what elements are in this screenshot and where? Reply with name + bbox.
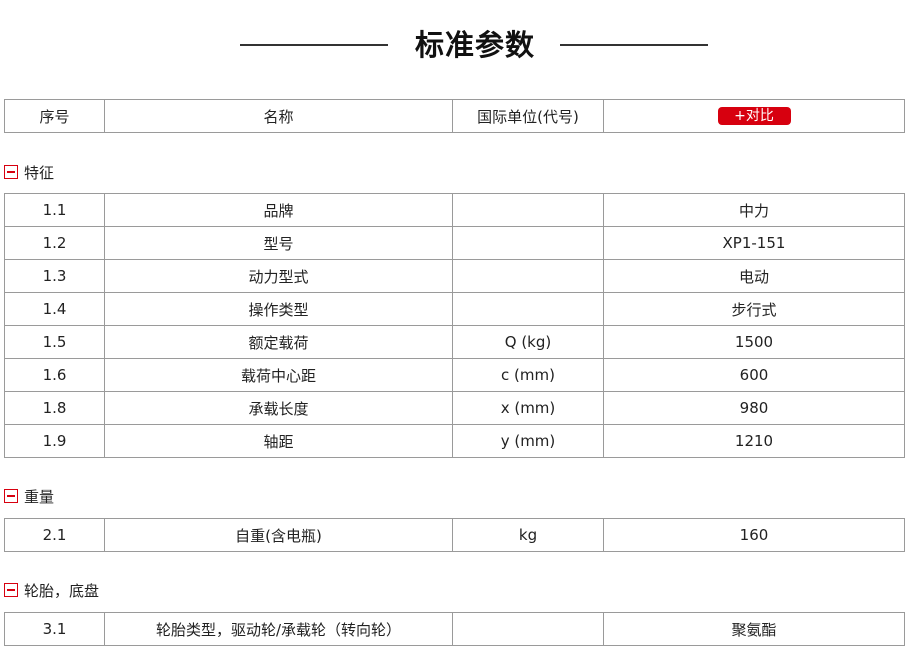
row-unit — [452, 259, 604, 293]
table-row: 1.1 品牌 中力 — [4, 193, 905, 227]
row-name: 动力型式 — [104, 259, 453, 293]
row-unit: y (mm) — [452, 424, 604, 458]
row-unit: kg — [452, 518, 604, 552]
header-col-name: 名称 — [104, 99, 453, 133]
table-row: 1.6 载荷中心距 c (mm) 600 — [4, 358, 905, 392]
row-value: 160 — [603, 518, 905, 552]
row-value: 980 — [603, 391, 905, 425]
header-col-compare: +对比 — [603, 99, 905, 133]
row-unit — [452, 292, 604, 326]
row-unit — [452, 612, 604, 646]
section-weight-header[interactable]: 重量 — [4, 486, 54, 506]
row-name: 轮胎类型，驱动轮/承载轮（转向轮） — [104, 612, 453, 646]
collapse-icon[interactable] — [4, 165, 18, 179]
section-label: 重量 — [24, 487, 55, 506]
header-row: 序号 名称 国际单位(代号) +对比 — [4, 99, 905, 133]
table-row: 1.3 动力型式 电动 — [4, 259, 905, 293]
row-number: 1.2 — [4, 226, 105, 260]
section-features-header[interactable]: 特征 — [4, 162, 54, 182]
row-value: 步行式 — [603, 292, 905, 326]
table-row: 2.1 自重(含电瓶) kg 160 — [4, 518, 905, 552]
table-row: 3.1 轮胎类型，驱动轮/承载轮（转向轮） 聚氨酯 — [4, 612, 905, 646]
row-number: 1.5 — [4, 325, 105, 359]
page-header: 标准参数 — [0, 24, 912, 66]
header-table: 序号 名称 国际单位(代号) +对比 — [4, 99, 905, 133]
row-value: 聚氨酯 — [603, 612, 905, 646]
row-unit: x (mm) — [452, 391, 604, 425]
row-value: 1210 — [603, 424, 905, 458]
row-value: 600 — [603, 358, 905, 392]
collapse-icon[interactable] — [4, 583, 18, 597]
header-col-number: 序号 — [4, 99, 105, 133]
table-row: 1.5 额定载荷 Q (kg) 1500 — [4, 325, 905, 359]
features-table: 1.1 品牌 中力 1.2 型号 XP1-151 1.3 动力型式 电动 1.4 操作类型 步行… — [4, 193, 905, 458]
row-unit: Q (kg) — [452, 325, 604, 359]
tires-table: 3.1 轮胎类型，驱动轮/承载轮（转向轮） 聚氨酯 — [4, 612, 905, 646]
row-number: 3.1 — [4, 612, 105, 646]
page-title: 标准参数 — [414, 28, 535, 62]
row-name: 操作类型 — [104, 292, 453, 326]
row-value: XP1-151 — [603, 226, 905, 260]
section-label: 特征 — [24, 163, 55, 182]
title-divider-left — [240, 44, 388, 46]
collapse-icon[interactable] — [4, 489, 18, 503]
row-number: 2.1 — [4, 518, 105, 552]
row-unit — [452, 226, 604, 260]
row-number: 1.9 — [4, 424, 105, 458]
header-col-unit: 国际单位(代号) — [452, 99, 604, 133]
section-tires-header[interactable]: 轮胎，底盘 — [4, 580, 99, 600]
row-value: 1500 — [603, 325, 905, 359]
table-row: 1.8 承载长度 x (mm) 980 — [4, 391, 905, 425]
row-name: 自重(含电瓶) — [104, 518, 453, 552]
weight-table: 2.1 自重(含电瓶) kg 160 — [4, 518, 905, 552]
row-unit: c (mm) — [452, 358, 604, 392]
compare-button[interactable]: +对比 — [717, 107, 791, 126]
table-row: 1.2 型号 XP1-151 — [4, 226, 905, 260]
row-number: 1.8 — [4, 391, 105, 425]
row-value: 中力 — [603, 193, 905, 227]
row-number: 1.1 — [4, 193, 105, 227]
row-number: 1.3 — [4, 259, 105, 293]
row-name: 额定载荷 — [104, 325, 453, 359]
row-name: 品牌 — [104, 193, 453, 227]
table-row: 1.9 轴距 y (mm) 1210 — [4, 424, 905, 458]
row-name: 轴距 — [104, 424, 453, 458]
title-divider-right — [560, 44, 708, 46]
row-number: 1.4 — [4, 292, 105, 326]
row-unit — [452, 193, 604, 227]
row-name: 承载长度 — [104, 391, 453, 425]
row-name: 型号 — [104, 226, 453, 260]
table-row: 1.4 操作类型 步行式 — [4, 292, 905, 326]
row-number: 1.6 — [4, 358, 105, 392]
section-label: 轮胎，底盘 — [24, 581, 100, 600]
row-value: 电动 — [603, 259, 905, 293]
row-name: 载荷中心距 — [104, 358, 453, 392]
